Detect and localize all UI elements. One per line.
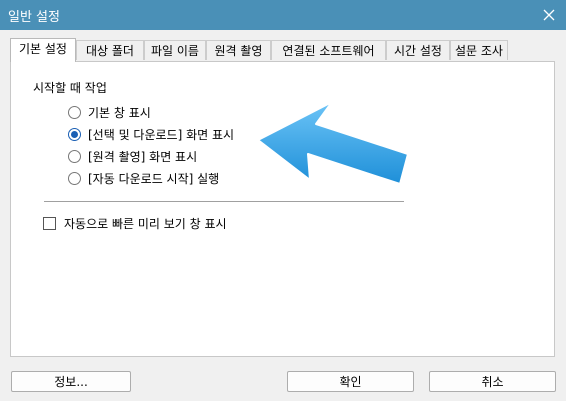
option-show-main-window[interactable]: 기본 창 표시: [68, 103, 151, 121]
option-label: 기본 창 표시: [88, 105, 151, 120]
option-label: [선택 및 다운로드] 화면 표시: [88, 127, 235, 142]
tab-remote-shooting[interactable]: 원격 촬영: [206, 40, 271, 60]
close-button[interactable]: [532, 0, 566, 30]
quick-preview-label: 자동으로 빠른 미리 보기 창 표시: [64, 216, 227, 231]
ok-button[interactable]: 확인: [287, 371, 414, 392]
arrow-annotation-icon: [257, 101, 409, 185]
tab-general[interactable]: 기본 설정: [10, 38, 76, 62]
radio-button[interactable]: [68, 149, 81, 163]
option-show-select-download[interactable]: [선택 및 다운로드] 화면 표시: [68, 125, 234, 143]
radio-button[interactable]: [68, 171, 81, 185]
title-bar: 일반 설정: [0, 0, 566, 30]
quick-preview-checkbox[interactable]: [43, 216, 56, 230]
tab-file-name[interactable]: 파일 이름: [144, 40, 206, 60]
tab-destination-folder[interactable]: 대상 폴더: [76, 40, 144, 60]
quick-preview-option[interactable]: 자동으로 빠른 미리 보기 창 표시: [43, 214, 227, 232]
option-show-remote-shooting[interactable]: [원격 촬영] 화면 표시: [68, 147, 197, 165]
option-label: [자동 다운로드 시작] 실행: [88, 171, 220, 186]
tab-time-settings[interactable]: 시간 설정: [386, 40, 450, 60]
radio-button-selected[interactable]: [68, 127, 81, 141]
startup-group-label: 시작할 때 작업: [33, 81, 107, 95]
close-icon: [543, 9, 555, 21]
option-label: [원격 촬영] 화면 표시: [88, 149, 198, 164]
window-title: 일반 설정: [8, 10, 60, 25]
info-button[interactable]: 정보...: [11, 371, 131, 392]
option-start-auto-download[interactable]: [자동 다운로드 시작] 실행: [68, 169, 219, 187]
tab-survey[interactable]: 설문 조사: [450, 40, 508, 60]
cancel-button[interactable]: 취소: [429, 371, 556, 392]
radio-button[interactable]: [68, 105, 81, 119]
tab-linked-software[interactable]: 연결된 소프트웨어: [271, 40, 386, 60]
